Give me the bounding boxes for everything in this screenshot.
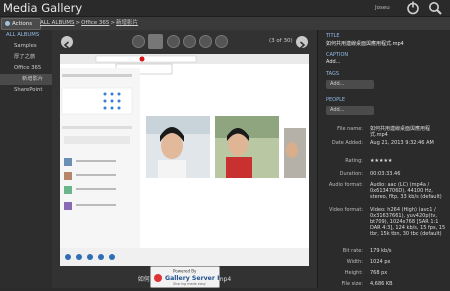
tree-item-sharepoint[interactable]: SharePoint (0, 85, 52, 96)
tags-add-field[interactable]: Add... (326, 80, 374, 89)
media-viewer: (3 of 30) (52, 30, 317, 288)
next-button[interactable] (296, 36, 308, 49)
svg-text:Sharing made easy: Sharing made easy (173, 282, 206, 286)
username-link[interactable]: Joseu (375, 5, 390, 11)
breadcrumb-current[interactable]: 新增影片 (116, 20, 138, 26)
tags-label: TAGS (326, 71, 340, 77)
download-tool-button[interactable] (132, 35, 145, 48)
caption-label: CAPTION (326, 52, 349, 58)
gallery-server-logo-image: Powered By Gallery Server Pro Sharing ma… (151, 267, 229, 287)
search-icon[interactable] (428, 1, 442, 15)
arrow-left-icon (63, 41, 70, 49)
move-tool-button[interactable] (167, 35, 180, 48)
arrow-right-icon (299, 41, 306, 49)
metadata-panel: TITLE 如何共用連線桌面與應用程式.mp4 CAPTION Add... T… (317, 30, 450, 288)
breadcrumb-office365[interactable]: Office 365 (81, 20, 109, 26)
video-frame[interactable] (60, 54, 309, 266)
app-header: Media Gallery Joseu (0, 0, 450, 16)
caption-add[interactable]: Add... (326, 59, 340, 65)
video-thumbnail-image (60, 54, 309, 266)
tree-item-office365[interactable]: Office 365 (0, 63, 52, 74)
tree-item-all-albums[interactable]: ALL ALBUMS (0, 30, 52, 41)
people-add-field[interactable]: Add... (326, 106, 374, 115)
rating-stars[interactable]: ★★★★★ (370, 158, 446, 164)
logout-icon[interactable] (406, 1, 420, 15)
delete-tool-button[interactable] (215, 35, 228, 48)
breadcrumb-all-albums[interactable]: ALL ALBUMS (40, 20, 75, 26)
title-value[interactable]: 如何共用連線桌面與應用程式.mp4 (326, 40, 404, 47)
rotate-tool-button[interactable] (199, 35, 212, 48)
title-label: TITLE (326, 33, 340, 39)
people-label: PEOPLE (326, 97, 346, 103)
info-tool-button[interactable] (148, 34, 163, 49)
tree-item-samples[interactable]: Samples (0, 41, 52, 52)
svg-text:Powered By: Powered By (173, 269, 197, 274)
app-title: Media Gallery (3, 1, 83, 15)
svg-text:Gallery Server Pro: Gallery Server Pro (165, 275, 219, 282)
breadcrumb: ALL ALBUMS>Office 365>新增影片 (40, 20, 139, 26)
tree-item-trip[interactable]: 厚了之旅 (0, 52, 52, 63)
actions-icon (5, 21, 10, 26)
tree-item-new-videos[interactable]: 新增影片 (0, 74, 52, 85)
actions-menu-button[interactable]: Actions (1, 18, 41, 30)
zoom-tool-button[interactable] (183, 35, 196, 48)
previous-button[interactable] (61, 36, 73, 49)
toolbar: Actions ALL ALBUMS>Office 365>新增影片 (0, 16, 450, 31)
album-tree: ALL ALBUMS Samples 厚了之旅 Office 365 新增影片 … (0, 30, 52, 288)
position-counter: (3 of 30) (269, 38, 293, 44)
gallery-server-pro-logo[interactable]: Powered By Gallery Server Pro Sharing ma… (150, 266, 229, 288)
